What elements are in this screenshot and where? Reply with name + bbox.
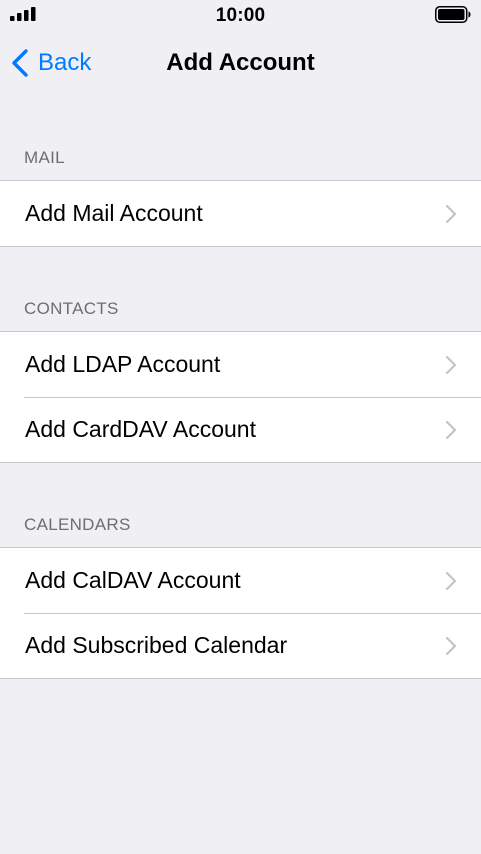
add-ldap-account-row[interactable]: Add LDAP Account (0, 332, 481, 397)
chevron-right-icon (445, 420, 457, 439)
status-bar: 10:00 (0, 0, 481, 32)
section-group-mail: Add Mail Account (0, 180, 481, 247)
chevron-right-icon (445, 636, 457, 655)
page-title: Add Account (166, 49, 315, 76)
chevron-right-icon (445, 571, 457, 590)
row-label: Add CardDAV Account (25, 416, 256, 442)
add-carddav-account-row[interactable]: Add CardDAV Account (0, 397, 481, 462)
row-label: Add Mail Account (25, 200, 203, 226)
section-group-calendars: Add CalDAV Account Add Subscribed Calend… (0, 547, 481, 679)
row-label: Add Subscribed Calendar (25, 632, 288, 658)
section-group-contacts: Add LDAP Account Add CardDAV Account (0, 331, 481, 463)
settings-list: MAIL Add Mail Account CONTACTS Add LDAP … (0, 114, 481, 679)
add-subscribed-calendar-row[interactable]: Add Subscribed Calendar (0, 613, 481, 678)
chevron-right-icon (445, 204, 457, 223)
section-header-contacts: CONTACTS (24, 299, 119, 318)
battery-full-icon (435, 6, 471, 23)
status-time: 10:00 (215, 5, 266, 26)
add-mail-account-row[interactable]: Add Mail Account (0, 181, 481, 246)
row-label: Add CalDAV Account (25, 567, 241, 593)
navigation-bar: Back Add Account (0, 32, 481, 94)
add-caldav-account-row[interactable]: Add CalDAV Account (0, 548, 481, 613)
row-label: Add LDAP Account (25, 351, 221, 377)
section-header-calendars: CALENDARS (24, 515, 131, 534)
chevron-right-icon (445, 355, 457, 374)
section-header-mail: MAIL (24, 148, 65, 167)
